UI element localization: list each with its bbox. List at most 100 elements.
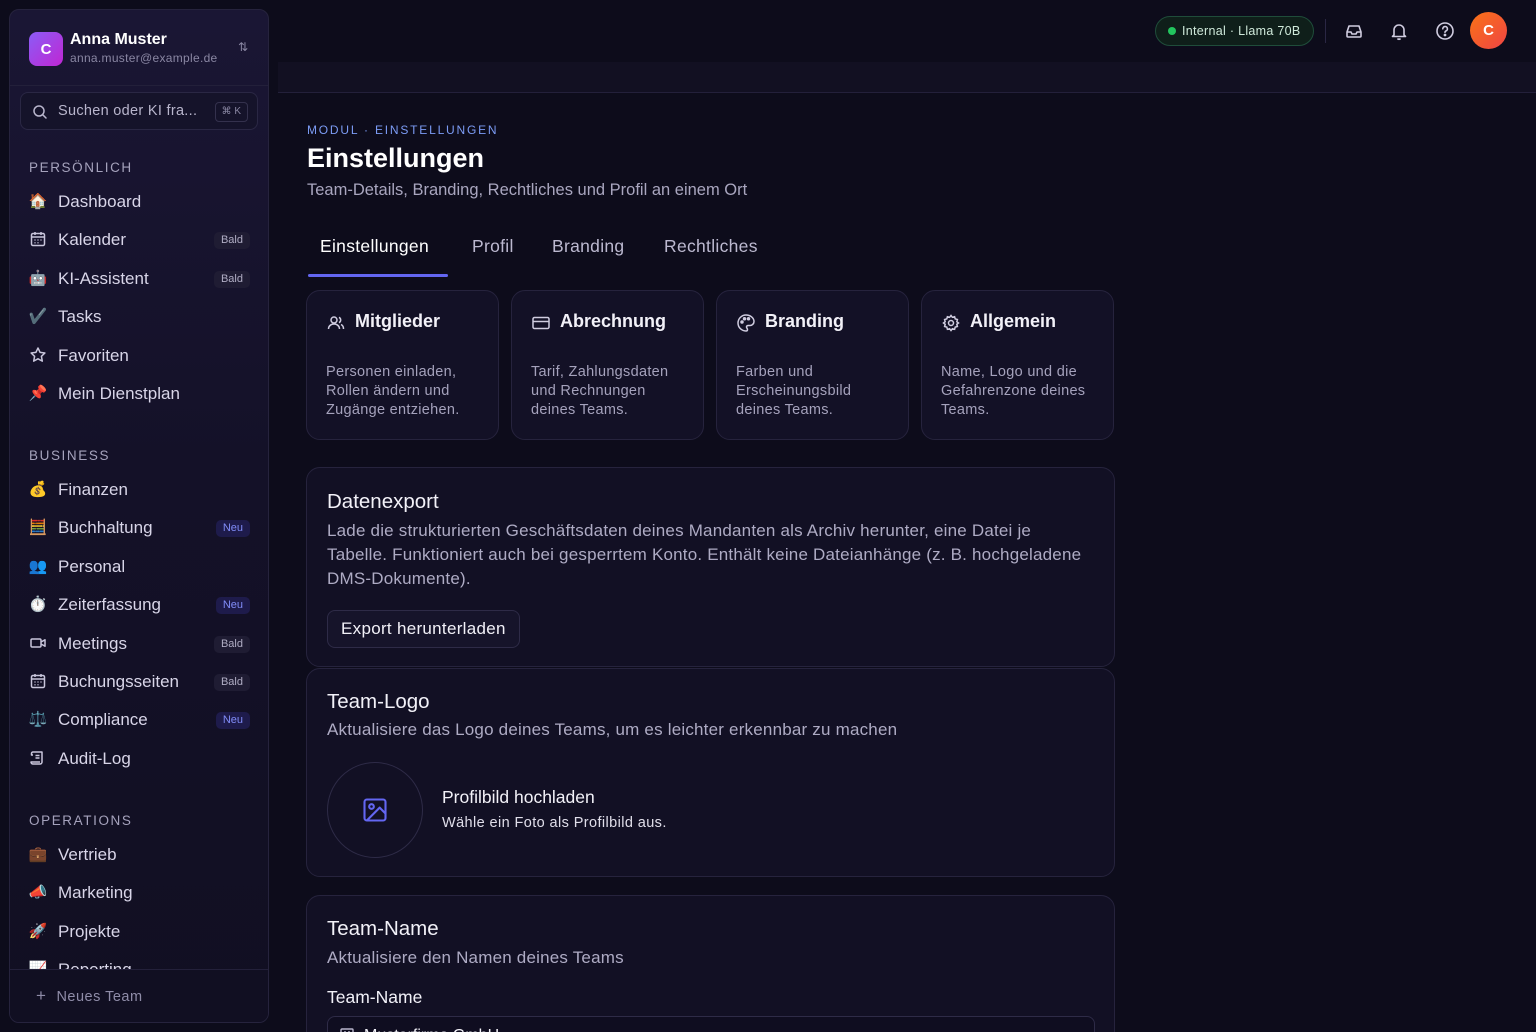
status-badge: Neu	[215, 520, 250, 538]
status-dot	[1168, 27, 1176, 35]
card-description: Name, Logo und die Gefahrenzone deines T…	[941, 364, 1086, 418]
team-avatar: C	[29, 32, 63, 66]
sidebar-item-projekte[interactable]: 🚀 Projekte	[20, 915, 258, 949]
active-tab-indicator	[308, 274, 448, 277]
card-title: Mitglieder	[355, 311, 441, 331]
team-logo-title: Team-Logo	[327, 690, 430, 713]
page-title: Einstellungen	[307, 143, 485, 173]
team-name-title: Team-Name	[327, 917, 439, 940]
team-logo-description: Aktualisiere das Logo deines Teams, um e…	[327, 720, 898, 739]
status-badge: Neu	[215, 712, 250, 730]
sidebar-item-dashboard[interactable]: 🏠 Dashboard	[20, 185, 258, 219]
sidebar-item-label: Audit-Log	[58, 748, 131, 768]
team-logo-panel: Team-Logo Aktualisiere das Logo deines T…	[306, 668, 1115, 877]
sidebar-item-finanzen[interactable]: 💰 Finanzen	[20, 473, 258, 507]
tab-profil[interactable]: Profil	[472, 236, 514, 257]
card-mitglieder[interactable]: Mitglieder Personen einladen, Rollen änd…	[306, 290, 499, 440]
account-switcher[interactable]: C Anna Muster anna.muster@example.de ⇅	[10, 10, 268, 86]
sidebar-item-zeiterfassung[interactable]: ⏱️ Zeiterfassung Neu	[20, 588, 258, 622]
sidebar-item-label: Marketing	[58, 883, 133, 903]
user-avatar[interactable]: C	[1470, 12, 1507, 49]
sidebar-item-label: Tasks	[58, 307, 102, 327]
sidebar-footer: + Neues Team	[10, 969, 268, 1022]
plus-icon: +	[36, 986, 47, 1005]
sidebar-item-tasks[interactable]: ✔️ Tasks	[20, 300, 258, 334]
status-badge: Neu	[215, 597, 250, 615]
sidebar-item-label: Projekte	[58, 921, 121, 941]
upload-title: Profilbild hochladen	[442, 787, 595, 807]
sidebar-item-vertrieb[interactable]: 💼 Vertrieb	[20, 838, 258, 872]
sidebar-item-marketing[interactable]: 📣 Marketing	[20, 876, 258, 910]
sidebar-item-label: Compliance	[58, 710, 148, 730]
sidebar-item-compliance[interactable]: ⚖️ Compliance Neu	[20, 703, 258, 737]
topbar-divider	[1325, 19, 1326, 43]
team-name-panel: Team-Name Aktualisiere den Namen deines …	[306, 895, 1115, 1032]
calendar-icon	[28, 230, 48, 250]
chevrons-up-down-icon[interactable]: ⇅	[238, 40, 248, 54]
gear-icon	[942, 314, 960, 332]
tab-einstellungen[interactable]: Einstellungen	[320, 236, 429, 257]
logo-upload-dropzone[interactable]	[327, 762, 423, 858]
sidebar-item-buchhaltung[interactable]: 🧮 Buchhaltung Neu	[20, 511, 258, 545]
sidebar-item-label: Favoriten	[58, 345, 129, 365]
sidebar-item-favoriten[interactable]: Favoriten	[20, 339, 258, 373]
sidebar: C Anna Muster anna.muster@example.de ⇅ S…	[9, 9, 269, 1023]
new-team-button[interactable]: + Neues Team	[36, 986, 143, 1006]
section-personal: PERSÖNLICH	[29, 160, 133, 175]
tab-branding[interactable]: Branding	[552, 236, 624, 257]
card-branding[interactable]: Branding Farben und Erscheinungsbild dei…	[716, 290, 909, 440]
sidebar-item-label: Zeiterfassung	[58, 595, 161, 615]
building-icon	[340, 1028, 354, 1032]
users-icon	[327, 316, 345, 330]
export-download-button[interactable]: Export herunterladen	[327, 610, 520, 648]
check-icon: ✔️	[28, 308, 48, 326]
sidebar-item-kalender[interactable]: Kalender Bald	[20, 223, 258, 257]
sidebar-item-mein-dienstplan[interactable]: 📌 Mein Dienstplan	[20, 377, 258, 411]
sidebar-item-meetings[interactable]: Meetings Bald	[20, 627, 258, 661]
section-operations: OPERATIONS	[29, 813, 133, 828]
stopwatch-icon: ⏱️	[28, 596, 48, 614]
sidebar-item-label: Meetings	[58, 633, 127, 653]
bell-icon[interactable]	[1386, 18, 1412, 44]
help-icon[interactable]	[1432, 18, 1458, 44]
inbox-icon[interactable]	[1341, 18, 1367, 44]
card-allgemein[interactable]: Allgemein Name, Logo und die Gefahrenzon…	[921, 290, 1114, 440]
sidebar-item-ki-assistent[interactable]: 🤖 KI-Assistent Bald	[20, 262, 258, 296]
search-placeholder: Suchen oder KI fra...	[58, 103, 198, 119]
sidebar-item-label: Kalender	[58, 230, 127, 250]
sidebar-item-audit-log[interactable]: Audit-Log	[20, 742, 258, 776]
briefcase-icon: 💼	[28, 846, 48, 863]
new-team-label: Neues Team	[56, 989, 143, 1005]
page-subtitle: Team-Details, Branding, Rechtliches und …	[307, 181, 748, 199]
section-business: BUSINESS	[29, 448, 111, 463]
sidebar-item-label: Personal	[58, 556, 126, 576]
pin-icon: 📌	[28, 385, 48, 402]
upload-description: Wähle ein Foto als Profilbild aus.	[442, 815, 667, 831]
image-icon	[363, 798, 387, 822]
sidebar-item-label: KI-Assistent	[58, 268, 149, 288]
sidebar-search[interactable]: Suchen oder KI fra... ⌘ K	[20, 92, 258, 130]
sidebar-item-label: Vertrieb	[58, 845, 117, 864]
status-badge: Bald	[213, 674, 250, 691]
card-title: Branding	[765, 311, 844, 331]
sub-toolbar	[278, 62, 1536, 93]
team-name-input[interactable]	[327, 1016, 1095, 1032]
data-export-panel: Datenexport Lade die strukturierten Gesc…	[306, 467, 1115, 667]
robot-icon: 🤖	[28, 269, 48, 287]
sidebar-item-label: Mein Dienstplan	[58, 384, 180, 403]
card-description: Farben und Erscheinungsbild deines Teams…	[736, 364, 852, 418]
account-name: Anna Muster	[70, 31, 167, 48]
status-badge: Bald	[213, 232, 250, 250]
model-status-label: Internal · Llama 70B	[1182, 24, 1301, 38]
status-badge: Bald	[213, 635, 250, 653]
star-icon	[28, 346, 48, 366]
people-icon: 👥	[28, 557, 48, 575]
sidebar-item-buchungsseiten[interactable]: Buchungsseiten Bald	[20, 665, 258, 699]
card-abrechnung[interactable]: Abrechnung Tarif, Zahlungsdaten und Rech…	[511, 290, 704, 440]
model-status-pill[interactable]: Internal · Llama 70B	[1155, 16, 1314, 46]
search-shortcut: ⌘ K	[214, 102, 248, 122]
data-export-title: Datenexport	[327, 490, 439, 513]
sidebar-item-personal[interactable]: 👥 Personal	[20, 550, 258, 584]
tab-rechtliches[interactable]: Rechtliches	[664, 236, 758, 257]
team-name-description: Aktualisiere den Namen deines Teams	[327, 948, 624, 967]
